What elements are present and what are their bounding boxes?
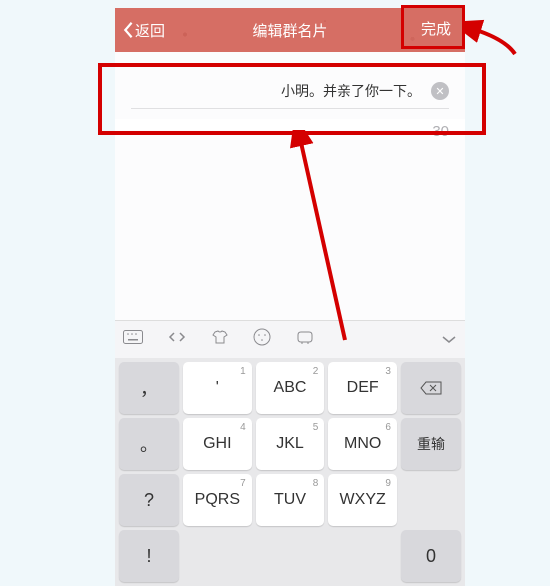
code-icon[interactable] xyxy=(167,330,187,349)
page-title: 编辑群名片 xyxy=(252,20,327,41)
key-jkl[interactable]: 5JKL xyxy=(256,418,325,470)
phone-screen: 返回 编辑群名片 完成 ✕ 30 ， 1' 2ABC 3DEF 。 4GHI xyxy=(115,8,465,586)
shirt-icon[interactable] xyxy=(211,329,229,350)
annotation-arrow-1 xyxy=(465,14,525,64)
input-area: ✕ xyxy=(115,52,465,119)
key-apostrophe[interactable]: 1' xyxy=(183,362,252,414)
key-comma[interactable]: ， xyxy=(119,362,179,414)
input-row: ✕ xyxy=(131,82,449,109)
key-def[interactable]: 3DEF xyxy=(328,362,397,414)
key-ghi[interactable]: 4GHI xyxy=(183,418,252,470)
collapse-icon[interactable] xyxy=(441,331,457,349)
clear-icon[interactable]: ✕ xyxy=(431,82,449,100)
key-pqrs[interactable]: 7PQRS xyxy=(183,474,252,526)
done-button[interactable]: 完成 xyxy=(407,8,465,52)
key-question[interactable]: ? xyxy=(119,474,179,526)
emoji-icon[interactable] xyxy=(253,328,271,351)
back-label: 返回 xyxy=(135,20,165,41)
key-exclaim[interactable]: ! xyxy=(119,530,179,582)
keyboard: ， 1' 2ABC 3DEF 。 4GHI 5JKL 6MNO 重输 ? 7PQ… xyxy=(115,358,465,586)
back-button[interactable]: 返回 xyxy=(115,20,165,41)
key-wxyz[interactable]: 9WXYZ xyxy=(328,474,397,526)
key-tuv[interactable]: 8TUV xyxy=(256,474,325,526)
keyboard-toolbar xyxy=(115,320,465,358)
keyboard-icon[interactable] xyxy=(123,330,143,349)
key-period[interactable]: 。 xyxy=(119,418,179,470)
key-backspace[interactable] xyxy=(401,362,461,414)
content-spacer xyxy=(115,140,465,320)
header-bar: 返回 编辑群名片 完成 xyxy=(115,8,465,52)
key-retype[interactable]: 重输 xyxy=(401,418,461,470)
voice-icon[interactable] xyxy=(295,329,315,350)
key-abc[interactable]: 2ABC xyxy=(256,362,325,414)
char-counter: 30 xyxy=(115,119,465,140)
nickname-input[interactable] xyxy=(131,83,431,99)
key-mno[interactable]: 6MNO xyxy=(328,418,397,470)
key-zero[interactable]: 0 xyxy=(401,530,461,582)
